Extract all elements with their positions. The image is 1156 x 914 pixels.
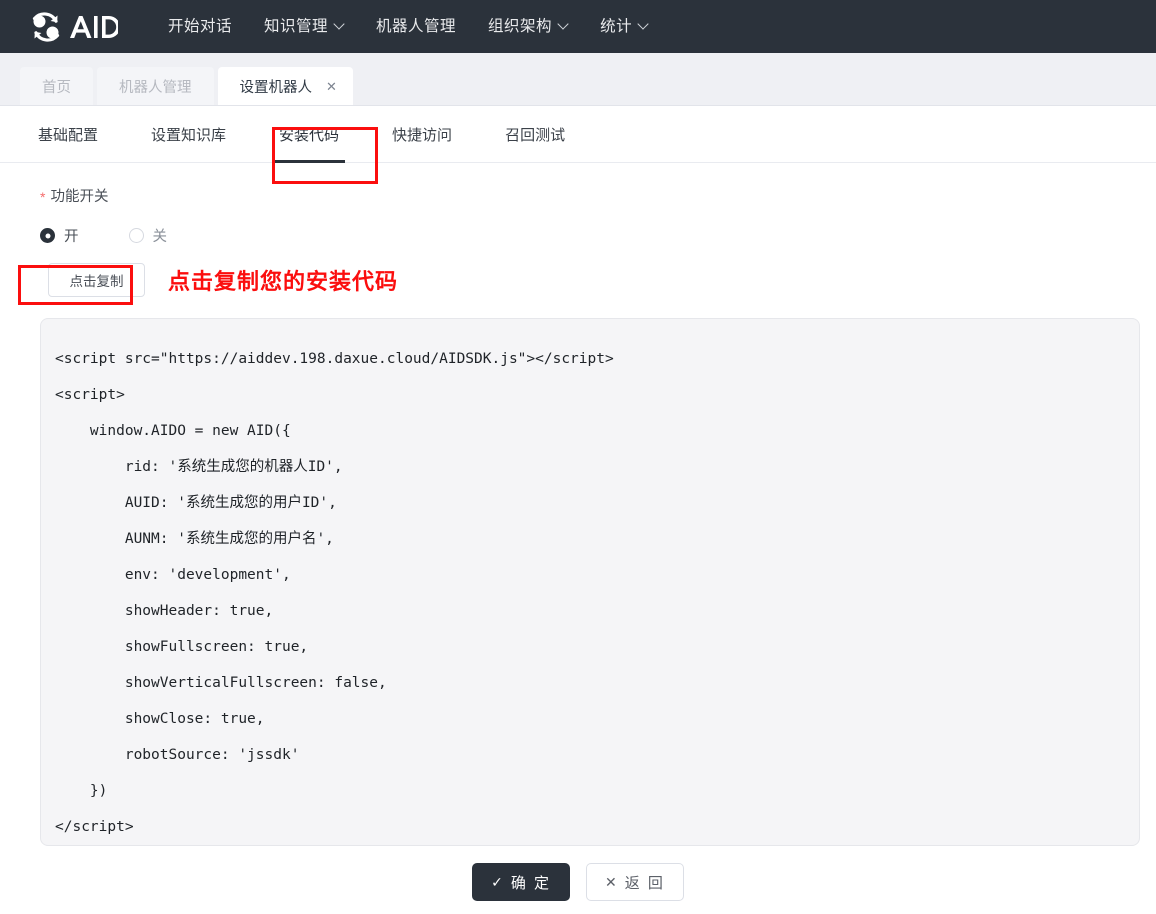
code-line: robotSource: 'jssdk' (55, 747, 300, 763)
install-code-block[interactable]: <script src="https://aiddev.198.daxue.cl… (40, 318, 1140, 846)
nav-item-org-structure[interactable]: 组织架构 (472, 0, 584, 53)
nav-item-label: 知识管理 (264, 18, 329, 35)
required-asterisk: * (40, 188, 46, 205)
copy-code-button[interactable]: 点击复制 (48, 263, 145, 297)
nav-item-statistics[interactable]: 统计 (584, 0, 664, 53)
back-button[interactable]: ✕ 返 回 (586, 863, 684, 901)
radio-switch-on[interactable]: 开 (40, 225, 79, 246)
chevron-down-icon (335, 20, 344, 29)
subtab-label: 召回测试 (505, 126, 566, 144)
page-tab-strip: 首页 机器人管理 设置机器人 ✕ (0, 53, 1156, 106)
code-line: rid: '系统生成您的机器人ID', (55, 459, 343, 475)
app-header: 开始对话 知识管理 机器人管理 组织架构 统计 (0, 0, 1156, 53)
copy-annotation-text: 点击复制您的安装代码 (168, 269, 399, 294)
subtab-label: 基础配置 (38, 126, 99, 144)
form-footer: ✓ 确 定 ✕ 返 回 (0, 863, 1156, 901)
tab-quick-access[interactable]: 快捷访问 (392, 106, 452, 163)
function-switch-radio-group: 开 关 (40, 225, 1156, 246)
radio-label: 关 (152, 229, 168, 245)
code-line: showVerticalFullscreen: false, (55, 675, 387, 691)
nav-item-label: 统计 (600, 18, 633, 35)
code-line: showHeader: true, (55, 603, 274, 619)
subtab-label: 快捷访问 (392, 126, 453, 144)
radio-dot-selected-icon (40, 228, 55, 243)
close-icon: ✕ (605, 873, 617, 890)
code-line: <script> (55, 387, 125, 403)
page-tab-home[interactable]: 首页 (20, 67, 93, 105)
page-tab-setup-robot[interactable]: 设置机器人 ✕ (217, 67, 353, 105)
code-line: <script src="https://aiddev.198.daxue.cl… (55, 351, 614, 367)
code-line: showClose: true, (55, 711, 265, 727)
radio-label: 开 (64, 229, 79, 245)
field-label-text: 功能开关 (50, 189, 109, 205)
aid-logo[interactable] (24, 7, 118, 47)
main-nav: 开始对话 知识管理 机器人管理 组织架构 统计 (152, 0, 664, 53)
settings-subtabs-wrapper: 基础配置 设置知识库 安装代码 快捷访问 召回测试 (0, 106, 1156, 163)
subtab-label: 设置知识库 (151, 126, 227, 144)
page-tab-robot-management[interactable]: 机器人管理 (97, 67, 214, 105)
chevron-down-icon (639, 20, 648, 29)
code-line: env: 'development', (55, 567, 291, 583)
nav-item-label: 机器人管理 (376, 18, 457, 35)
page-tab-label: 机器人管理 (119, 79, 192, 96)
nav-item-knowledge-management[interactable]: 知识管理 (248, 0, 360, 53)
copy-code-row: 点击复制 点击复制您的安装代码 (22, 260, 1156, 300)
nav-item-start-chat[interactable]: 开始对话 (152, 0, 248, 53)
code-line: showFullscreen: true, (55, 639, 309, 655)
code-line: </script> (55, 819, 134, 835)
tab-install-code[interactable]: 安装代码 (279, 106, 339, 163)
confirm-button[interactable]: ✓ 确 定 (472, 863, 570, 901)
close-icon[interactable]: ✕ (326, 80, 337, 93)
code-line: AUID: '系统生成您的用户ID', (55, 495, 337, 511)
page-tab-label: 设置机器人 (239, 79, 313, 96)
tab-knowledge-base[interactable]: 设置知识库 (151, 106, 226, 163)
tab-basic-config[interactable]: 基础配置 (38, 106, 98, 163)
tab-recall-test[interactable]: 召回测试 (505, 106, 565, 163)
nav-item-label: 组织架构 (488, 18, 553, 35)
radio-switch-off[interactable]: 关 (128, 225, 168, 246)
settings-subtabs: 基础配置 设置知识库 安装代码 快捷访问 召回测试 (0, 106, 1156, 163)
code-line: AUNM: '系统生成您的用户名', (55, 531, 334, 547)
check-icon: ✓ (491, 873, 503, 890)
nav-item-robot-management[interactable]: 机器人管理 (360, 0, 472, 53)
nav-item-label: 开始对话 (168, 18, 233, 35)
chevron-down-icon (559, 20, 568, 29)
install-code-form: * 功能开关 开 关 点击复制 点击复制您的安装代码 (0, 163, 1156, 300)
code-line: }) (55, 783, 108, 799)
radio-dot-icon (128, 228, 144, 243)
back-button-label: 返 回 (624, 874, 665, 892)
function-switch-label: * 功能开关 (40, 185, 1156, 206)
subtab-label: 安装代码 (279, 126, 340, 144)
page-tab-label: 首页 (42, 79, 71, 96)
confirm-button-label: 确 定 (510, 874, 551, 892)
code-line: window.AIDO = new AID({ (55, 423, 291, 439)
